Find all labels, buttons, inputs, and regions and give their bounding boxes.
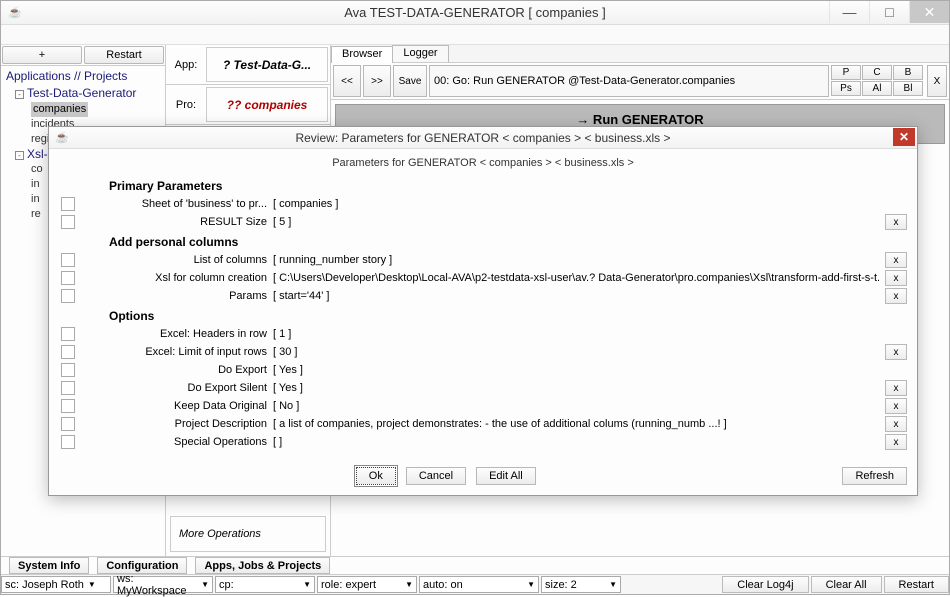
dialog-subtitle: Parameters for GENERATOR < companies > <… <box>49 149 917 175</box>
app-label: App: <box>166 59 206 71</box>
param-row-export: Do Export [ Yes ] <box>59 361 907 379</box>
clear-button[interactable]: x <box>885 344 907 360</box>
clear-button[interactable]: x <box>885 214 907 230</box>
clear-button[interactable]: x <box>885 252 907 268</box>
tab-logger[interactable]: Logger <box>392 45 448 62</box>
status-system-info[interactable]: System Info <box>9 557 89 574</box>
checkbox[interactable] <box>61 271 75 285</box>
checkbox[interactable] <box>61 253 75 267</box>
param-row-headers: Excel: Headers in row [ 1 ] <box>59 325 907 343</box>
side-button-grid: P C B Ps Al Bl <box>831 65 923 97</box>
cp-dropdown[interactable]: cp:▼ <box>215 576 315 593</box>
bl-button[interactable]: Bl <box>893 81 923 96</box>
p-button[interactable]: P <box>831 65 861 80</box>
auto-dropdown[interactable]: auto: on▼ <box>419 576 539 593</box>
checkbox[interactable] <box>61 215 75 229</box>
clear-button[interactable]: x <box>885 434 907 450</box>
minimize-button[interactable]: — <box>829 1 869 23</box>
next-button[interactable]: >> <box>363 65 391 97</box>
add-button[interactable]: + <box>2 46 82 64</box>
checkbox[interactable] <box>61 399 75 413</box>
expander-icon[interactable]: - <box>15 151 24 160</box>
top-toolbar <box>1 25 949 45</box>
checkbox[interactable] <box>61 417 75 431</box>
chevron-down-icon: ▼ <box>609 580 617 589</box>
chevron-down-icon: ▼ <box>405 580 413 589</box>
c-button[interactable]: C <box>862 65 892 80</box>
chevron-down-icon: ▼ <box>527 580 535 589</box>
maximize-button[interactable]: □ <box>869 1 909 23</box>
refresh-button[interactable]: Refresh <box>842 467 907 485</box>
param-row-description: Project Description [ a list of companie… <box>59 415 907 433</box>
x-button[interactable]: X <box>927 65 947 97</box>
checkbox[interactable] <box>61 363 75 377</box>
clear-button[interactable]: x <box>885 380 907 396</box>
bottom-bar: sc: Joseph Roth▼ ws: MyWorkspace▼ cp:▼ r… <box>1 574 949 594</box>
bottom-restart-button[interactable]: Restart <box>884 576 949 593</box>
b-button[interactable]: B <box>893 65 923 80</box>
checkbox[interactable] <box>61 327 75 341</box>
pro-label: Pro: <box>166 99 206 111</box>
param-row-special: Special Operations [ ] x <box>59 433 907 451</box>
parameters-dialog: ☕ Review: Parameters for GENERATOR < com… <box>48 126 918 496</box>
checkbox[interactable] <box>61 381 75 395</box>
clear-button[interactable]: x <box>885 416 907 432</box>
checkbox[interactable] <box>61 435 75 449</box>
section-primary: Primary Parameters <box>59 175 907 195</box>
param-row-silent: Do Export Silent [ Yes ] x <box>59 379 907 397</box>
save-button[interactable]: Save <box>393 65 427 97</box>
ws-dropdown[interactable]: ws: MyWorkspace▼ <box>113 576 213 593</box>
more-operations-button[interactable]: More Operations <box>170 516 326 552</box>
java-icon: ☕ <box>55 131 69 144</box>
checkbox[interactable] <box>61 345 75 359</box>
command-box[interactable]: 00: Go: Run GENERATOR @Test-Data-Generat… <box>429 65 829 97</box>
section-personal: Add personal columns <box>59 231 907 251</box>
clear-button[interactable]: x <box>885 288 907 304</box>
ok-button[interactable]: Ok <box>356 467 396 485</box>
checkbox[interactable] <box>61 197 75 211</box>
pro-value[interactable]: ?? companies <box>206 87 328 123</box>
role-dropdown[interactable]: role: expert▼ <box>317 576 417 593</box>
param-row-keep: Keep Data Original [ No ] x <box>59 397 907 415</box>
clear-button[interactable]: x <box>885 270 907 286</box>
expander-icon[interactable]: - <box>15 90 24 99</box>
restart-button[interactable]: Restart <box>84 46 164 64</box>
tab-browser[interactable]: Browser <box>331 46 393 63</box>
size-dropdown[interactable]: size: 2▼ <box>541 576 621 593</box>
window-title: Ava TEST-DATA-GENERATOR [ companies ] <box>1 5 949 20</box>
tree-heading: Applications // Projects <box>1 66 165 86</box>
status-bar: System Info Configuration Apps, Jobs & P… <box>1 556 949 574</box>
clear-log4j-button[interactable]: Clear Log4j <box>722 576 808 593</box>
param-row-params: Params [ start='44' ] x <box>59 287 907 305</box>
param-row-columns: List of columns [ running_number story ]… <box>59 251 907 269</box>
al-button[interactable]: Al <box>862 81 892 96</box>
sc-dropdown[interactable]: sc: Joseph Roth▼ <box>1 576 111 593</box>
app-value[interactable]: ? Test-Data-G... <box>206 47 328 83</box>
checkbox[interactable] <box>61 289 75 303</box>
dialog-title: Review: Parameters for GENERATOR < compa… <box>49 131 917 145</box>
ps-button[interactable]: Ps <box>831 81 861 96</box>
section-options: Options <box>59 305 907 325</box>
status-apps-jobs[interactable]: Apps, Jobs & Projects <box>195 557 330 574</box>
chevron-down-icon: ▼ <box>88 580 96 589</box>
close-button[interactable]: ✕ <box>909 1 949 23</box>
chevron-down-icon: ▼ <box>201 580 209 589</box>
run-title: → Run GENERATOR <box>576 112 703 127</box>
tree-leaf-companies[interactable]: companies <box>31 102 88 117</box>
java-icon: ☕ <box>7 5 23 21</box>
chevron-down-icon: ▼ <box>303 580 311 589</box>
clear-all-button[interactable]: Clear All <box>811 576 882 593</box>
prev-button[interactable]: << <box>333 65 361 97</box>
param-row-xsl: Xsl for column creation [ C:\Users\Devel… <box>59 269 907 287</box>
edit-all-button[interactable]: Edit All <box>476 467 536 485</box>
tree-node-tdg[interactable]: -Test-Data-Generator <box>3 86 163 101</box>
clear-button[interactable]: x <box>885 398 907 414</box>
dialog-close-button[interactable]: ✕ <box>893 128 915 146</box>
param-row-result-size: RESULT Size [ 5 ] x <box>59 213 907 231</box>
param-row-sheet: Sheet of 'business' to pr... [ companies… <box>59 195 907 213</box>
cancel-button[interactable]: Cancel <box>406 467 466 485</box>
param-row-limit: Excel: Limit of input rows [ 30 ] x <box>59 343 907 361</box>
status-configuration[interactable]: Configuration <box>97 557 187 574</box>
titlebar: ☕ Ava TEST-DATA-GENERATOR [ companies ] … <box>1 1 949 25</box>
